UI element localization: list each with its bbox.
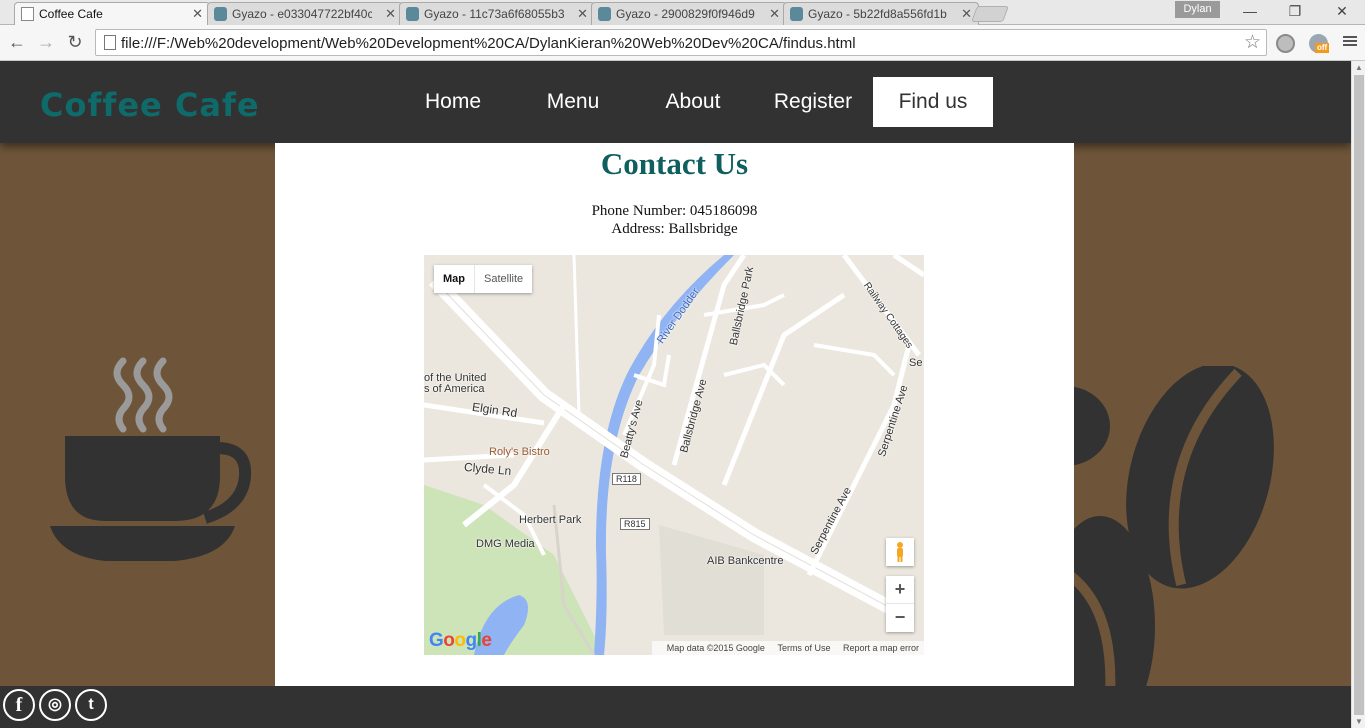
- google-map[interactable]: River Dodder Ballsbridge Park Railway Co…: [424, 255, 924, 655]
- map-attribution: Map data ©2015 Google Terms of Use Repor…: [651, 641, 924, 655]
- tab-title: Gyazo - 5b22fd8a556fd1b: [808, 7, 947, 21]
- tab-gyazo-1[interactable]: Gyazo - e033047722bf40c ✕: [207, 2, 403, 25]
- reload-icon[interactable]: ↻: [64, 32, 86, 52]
- zoom-in-button[interactable]: +: [886, 576, 914, 604]
- chrome-menu-icon[interactable]: [1343, 34, 1357, 48]
- map-label-herbert-park: Herbert Park: [519, 514, 582, 526]
- tab-gyazo-4[interactable]: Gyazo - 5b22fd8a556fd1b ✕: [783, 2, 979, 25]
- browser-toolbar: ← → ↻ file:///F:/Web%20development/Web%2…: [0, 25, 1365, 61]
- site-header: Coffee Cafe Home Menu About Register Fin…: [0, 61, 1351, 143]
- nav-register[interactable]: Register: [753, 77, 873, 127]
- gyazo-icon: [214, 7, 227, 21]
- gyazo-icon: [598, 7, 611, 21]
- page-icon: [104, 35, 116, 50]
- nav-home[interactable]: Home: [393, 77, 513, 127]
- map-data-text: Map data ©2015 Google: [666, 643, 765, 653]
- gyazo-icon: [790, 7, 803, 21]
- map-zoom-control: + −: [886, 576, 914, 632]
- minimize-icon[interactable]: —: [1240, 3, 1260, 19]
- url-text: file:///F:/Web%20development/Web%20Devel…: [121, 35, 856, 52]
- map-type-map-button[interactable]: Map: [434, 265, 474, 293]
- new-tab-button[interactable]: [971, 6, 1009, 22]
- scrollbar-thumb[interactable]: [1354, 75, 1364, 715]
- close-tab-icon[interactable]: ✕: [961, 3, 972, 25]
- close-tab-icon[interactable]: ✕: [192, 3, 203, 25]
- terms-of-use-link[interactable]: Terms of Use: [777, 643, 830, 653]
- tab-title: Gyazo - 11c73a6f68055b3: [424, 7, 564, 21]
- contact-section: Contact Us Phone Number: 045186098 Addre…: [275, 143, 1074, 686]
- map-label-se: Se: [909, 357, 923, 369]
- back-icon[interactable]: ←: [6, 32, 28, 52]
- phone-number: Phone Number: 045186098: [591, 203, 758, 219]
- tab-title: Gyazo - e033047722bf40c: [232, 7, 372, 21]
- map-label-embassy-2: s of America: [424, 383, 485, 395]
- forward-icon[interactable]: →: [35, 32, 57, 52]
- map-label-aib-bankcentre: AIB Bankcentre: [707, 555, 784, 567]
- map-label-rolys-bistro: Roly's Bistro: [489, 446, 550, 458]
- page-scrollbar[interactable]: ▲ ▼: [1351, 61, 1365, 728]
- map-type-control: Map Satellite: [434, 265, 533, 293]
- map-type-satellite-button[interactable]: Satellite: [474, 265, 532, 293]
- instagram-icon[interactable]: ◎: [39, 689, 71, 721]
- tab-coffee-cafe[interactable]: Coffee Cafe ✕: [14, 2, 210, 26]
- zoom-out-button[interactable]: −: [886, 604, 914, 632]
- nav-find-us[interactable]: Find us: [873, 77, 993, 127]
- page-icon: [21, 7, 34, 21]
- tab-gyazo-2[interactable]: Gyazo - 11c73a6f68055b3 ✕: [399, 2, 595, 25]
- coffee-cup-icon: [50, 357, 252, 561]
- gyazo-icon: [406, 7, 419, 21]
- facebook-icon[interactable]: f: [3, 689, 35, 721]
- bookmark-star-icon[interactable]: ☆: [1244, 31, 1261, 54]
- close-tab-icon[interactable]: ✕: [577, 3, 588, 25]
- address: Address: Ballsbridge: [611, 221, 738, 237]
- map-label-r815: R815: [620, 518, 650, 530]
- browser-tabstrip: Coffee Cafe ✕ Gyazo - e033047722bf40c ✕ …: [0, 0, 1365, 26]
- google-logo[interactable]: Google: [429, 630, 492, 652]
- twitter-icon[interactable]: t: [75, 689, 107, 721]
- close-tab-icon[interactable]: ✕: [385, 3, 396, 25]
- coffee-beans-icon: [1040, 366, 1274, 696]
- page-viewport: Coffee Cafe Home Menu About Register Fin…: [0, 61, 1351, 728]
- site-footer: f ◎ t: [0, 686, 1351, 728]
- report-map-error-link[interactable]: Report a map error: [843, 643, 919, 653]
- extension-badge: off: [1315, 43, 1330, 53]
- restore-icon[interactable]: ❐: [1285, 3, 1305, 20]
- extension-icon[interactable]: [1276, 34, 1295, 53]
- nav-menu[interactable]: Menu: [513, 77, 633, 127]
- scroll-down-icon[interactable]: ▼: [1355, 717, 1363, 726]
- page-title: Contact Us: [600, 146, 749, 181]
- close-window-icon[interactable]: ✕: [1332, 3, 1352, 20]
- street-view-pegman-icon[interactable]: [886, 538, 914, 566]
- map-label-r118: R118: [612, 473, 641, 485]
- tab-title: Coffee Cafe: [39, 7, 103, 21]
- profile-button[interactable]: Dylan: [1175, 1, 1220, 18]
- site-logo[interactable]: Coffee Cafe: [40, 86, 260, 124]
- address-bar[interactable]: file:///F:/Web%20development/Web%20Devel…: [95, 29, 1267, 56]
- scroll-up-icon[interactable]: ▲: [1355, 63, 1363, 72]
- extension-off-icon[interactable]: off: [1309, 34, 1330, 53]
- tab-gyazo-3[interactable]: Gyazo - 2900829f0f946d9 ✕: [591, 2, 787, 25]
- close-tab-icon[interactable]: ✕: [769, 3, 780, 25]
- tab-title: Gyazo - 2900829f0f946d9: [616, 7, 755, 21]
- map-label-dmg-media: DMG Media: [476, 538, 535, 550]
- nav-about[interactable]: About: [633, 77, 753, 127]
